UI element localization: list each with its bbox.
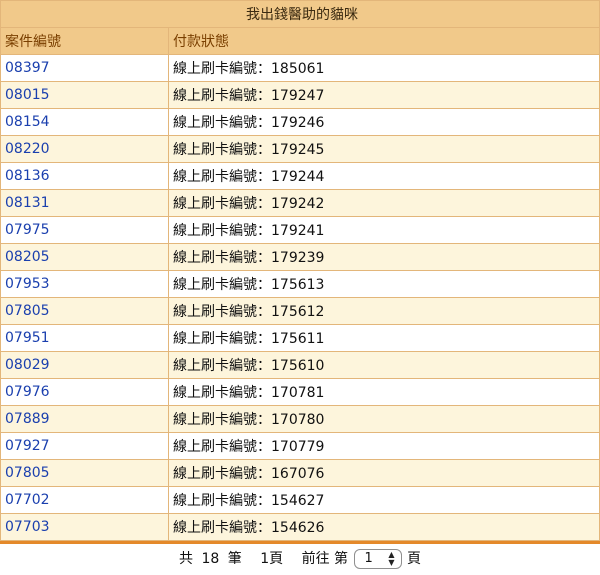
column-header-case-id: 案件編號 <box>0 27 169 55</box>
payment-status-cell: 線上刷卡編號：179244 <box>168 162 600 190</box>
payment-status-cell: 線上刷卡編號：179242 <box>168 189 600 217</box>
table-row: 08205 線上刷卡編號：179239 <box>0 243 600 271</box>
case-id-link[interactable]: 08029 <box>5 357 50 373</box>
payment-status-cell: 線上刷卡編號：170779 <box>168 432 600 460</box>
case-id-cell: 07702 <box>0 486 169 514</box>
case-id-cell: 07953 <box>0 270 169 298</box>
table-bottom-border <box>0 541 600 544</box>
case-id-link[interactable]: 07702 <box>5 492 50 508</box>
case-id-link[interactable]: 07927 <box>5 438 50 454</box>
goto-suffix: 頁 <box>406 551 421 567</box>
payment-status-cell: 線上刷卡編號：170780 <box>168 405 600 433</box>
table-row: 07889 線上刷卡編號：170780 <box>0 405 600 433</box>
case-id-link[interactable]: 08205 <box>5 249 50 265</box>
table-row: 08397 線上刷卡編號：185061 <box>0 54 600 82</box>
case-id-cell: 07889 <box>0 405 169 433</box>
payment-status-cell: 線上刷卡編號：175613 <box>168 270 600 298</box>
case-id-cell: 08131 <box>0 189 169 217</box>
table-title: 我出錢醫助的貓咪 <box>0 0 600 28</box>
case-id-cell: 07975 <box>0 216 169 244</box>
case-id-cell: 08397 <box>0 54 169 82</box>
payment-status-cell: 線上刷卡編號：170781 <box>168 378 600 406</box>
payment-status-cell: 線上刷卡編號：154627 <box>168 486 600 514</box>
pagination: 共 18 筆 1頁 前往 第 1 ▲ ▼ 頁 <box>0 547 600 571</box>
payment-status-cell: 線上刷卡編號：179245 <box>168 135 600 163</box>
table-row: 08154 線上刷卡編號：179246 <box>0 108 600 136</box>
donation-table: 我出錢醫助的貓咪 案件編號 付款狀態 08397 線上刷卡編號：185061 080… <box>0 0 600 541</box>
table-row: 08131 線上刷卡編號：179242 <box>0 189 600 217</box>
case-id-cell: 08220 <box>0 135 169 163</box>
table-row: 07975 線上刷卡編號：179241 <box>0 216 600 244</box>
page-count: 1頁 <box>260 551 284 567</box>
case-id-cell: 07805 <box>0 297 169 325</box>
case-id-link[interactable]: 07805 <box>5 303 50 319</box>
case-id-cell: 07703 <box>0 513 169 541</box>
table-body: 08397 線上刷卡編號：185061 08015 線上刷卡編號：179247 0815… <box>0 54 600 541</box>
table-row: 07976 線上刷卡編號：170781 <box>0 378 600 406</box>
case-id-link[interactable]: 08015 <box>5 87 50 103</box>
table-row: 07703 線上刷卡編號：154626 <box>0 513 600 541</box>
payment-status-cell: 線上刷卡編號：175610 <box>168 351 600 379</box>
donated-cats-panel: 我出錢醫助的貓咪 案件編號 付款狀態 08397 線上刷卡編號：185061 080… <box>0 0 600 571</box>
case-id-cell: 07927 <box>0 432 169 460</box>
case-id-cell: 07976 <box>0 378 169 406</box>
case-id-cell: 08015 <box>0 81 169 109</box>
case-id-link[interactable]: 07951 <box>5 330 50 346</box>
payment-status-cell: 線上刷卡編號：185061 <box>168 54 600 82</box>
case-id-cell: 08136 <box>0 162 169 190</box>
table-row: 08220 線上刷卡編號：179245 <box>0 135 600 163</box>
payment-status-cell: 線上刷卡編號：167076 <box>168 459 600 487</box>
case-id-cell: 08205 <box>0 243 169 271</box>
table-row: 08015 線上刷卡編號：179247 <box>0 81 600 109</box>
case-id-cell: 08029 <box>0 351 169 379</box>
case-id-link[interactable]: 07976 <box>5 384 50 400</box>
case-id-link[interactable]: 07975 <box>5 222 50 238</box>
case-id-link[interactable]: 07889 <box>5 411 50 427</box>
case-id-cell: 08154 <box>0 108 169 136</box>
table-row: 07805 線上刷卡編號：167076 <box>0 459 600 487</box>
payment-status-cell: 線上刷卡編號：175611 <box>168 324 600 352</box>
case-id-link[interactable]: 08154 <box>5 114 50 130</box>
page-select[interactable]: 1 ▲ ▼ <box>353 549 402 569</box>
goto-prefix: 前往 第 <box>301 551 349 567</box>
payment-status-cell: 線上刷卡編號：175612 <box>168 297 600 325</box>
case-id-cell: 07951 <box>0 324 169 352</box>
table-row: 07951 線上刷卡編號：175611 <box>0 324 600 352</box>
table-row: 07927 線上刷卡編號：170779 <box>0 432 600 460</box>
payment-status-cell: 線上刷卡編號：154626 <box>168 513 600 541</box>
total-count: 18 <box>201 551 220 567</box>
case-id-link[interactable]: 07953 <box>5 276 50 292</box>
table-row: 08136 線上刷卡編號：179244 <box>0 162 600 190</box>
case-id-cell: 07805 <box>0 459 169 487</box>
case-id-link[interactable]: 07805 <box>5 465 50 481</box>
table-row: 07805 線上刷卡編號：175612 <box>0 297 600 325</box>
payment-status-cell: 線上刷卡編號：179239 <box>168 243 600 271</box>
case-id-link[interactable]: 08220 <box>5 141 50 157</box>
table-row: 07953 線上刷卡編號：175613 <box>0 270 600 298</box>
table-row: 08029 線上刷卡編號：175610 <box>0 351 600 379</box>
table-row: 07702 線上刷卡編號：154627 <box>0 486 600 514</box>
total-suffix: 筆 <box>227 551 242 567</box>
page-select-value: 1 <box>364 551 373 566</box>
payment-status-cell: 線上刷卡編號：179247 <box>168 81 600 109</box>
case-id-link[interactable]: 08136 <box>5 168 50 184</box>
case-id-link[interactable]: 08131 <box>5 195 50 211</box>
payment-status-cell: 線上刷卡編號：179241 <box>168 216 600 244</box>
case-id-link[interactable]: 08397 <box>5 60 50 76</box>
case-id-link[interactable]: 07703 <box>5 519 50 535</box>
column-header-payment-status: 付款狀態 <box>168 27 600 55</box>
updown-arrows-icon: ▲ ▼ <box>388 550 395 567</box>
payment-status-cell: 線上刷卡編號：179246 <box>168 108 600 136</box>
total-prefix: 共 <box>179 551 194 567</box>
